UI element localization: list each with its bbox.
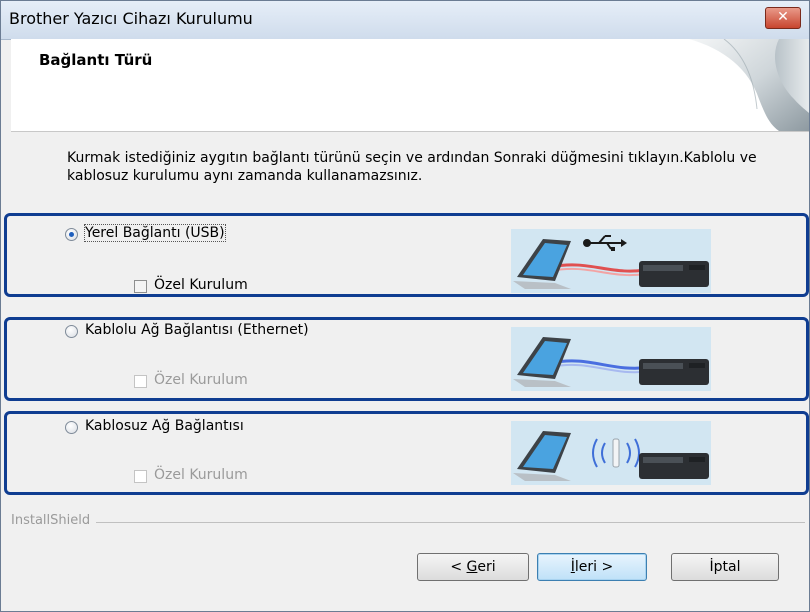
back-button-prefix: < bbox=[450, 559, 467, 575]
radio-usb-label[interactable]: Yerel Bağlantı (USB) bbox=[84, 224, 226, 242]
cancel-button-label: İptal bbox=[709, 559, 741, 575]
wireless-connection-illustration bbox=[511, 421, 711, 485]
radio-ethernet-label[interactable]: Kablolu Ağ Bağlantısı (Ethernet) bbox=[85, 322, 309, 338]
back-button-label: eri bbox=[477, 559, 496, 575]
close-icon: ✕ bbox=[777, 9, 789, 25]
radio-ethernet[interactable] bbox=[65, 325, 78, 338]
radio-usb[interactable] bbox=[65, 228, 78, 241]
usb-connection-illustration bbox=[511, 229, 711, 293]
wizard-header: Bağlantı Türü bbox=[11, 39, 809, 132]
installer-window: Brother Yazıcı Cihazı Kurulumu ✕ Bağlant… bbox=[0, 0, 810, 612]
cancel-button[interactable]: İptal bbox=[671, 553, 779, 581]
back-button-accesskey: G bbox=[466, 559, 478, 575]
checkbox-custom-ethernet bbox=[134, 375, 147, 388]
installshield-label: InstallShield bbox=[11, 513, 97, 528]
checkbox-custom-wireless-label: Özel Kurulum bbox=[154, 467, 248, 483]
checkbox-custom-usb-label[interactable]: Özel Kurulum bbox=[154, 277, 248, 293]
page-title: Bağlantı Türü bbox=[39, 51, 153, 69]
page-curl-graphic bbox=[689, 39, 809, 131]
next-button-label: leri > bbox=[574, 559, 614, 575]
instructions-text: Kurmak istediğiniz aygıtın bağlantı türü… bbox=[67, 150, 757, 184]
checkbox-custom-wireless bbox=[134, 470, 147, 483]
next-button[interactable]: İleri > bbox=[537, 553, 647, 581]
checkbox-custom-usb[interactable] bbox=[134, 280, 147, 293]
ethernet-connection-illustration bbox=[511, 327, 711, 391]
radio-wireless-label[interactable]: Kablosuz Ağ Bağlantısı bbox=[85, 418, 244, 434]
window-title: Brother Yazıcı Cihazı Kurulumu bbox=[9, 9, 253, 28]
footer-divider bbox=[11, 522, 805, 523]
back-button[interactable]: < Geri bbox=[417, 553, 529, 581]
radio-wireless[interactable] bbox=[65, 421, 78, 434]
checkbox-custom-ethernet-label: Özel Kurulum bbox=[154, 372, 248, 388]
close-button[interactable]: ✕ bbox=[765, 7, 801, 29]
title-bar: Brother Yazıcı Cihazı Kurulumu ✕ bbox=[1, 1, 809, 40]
